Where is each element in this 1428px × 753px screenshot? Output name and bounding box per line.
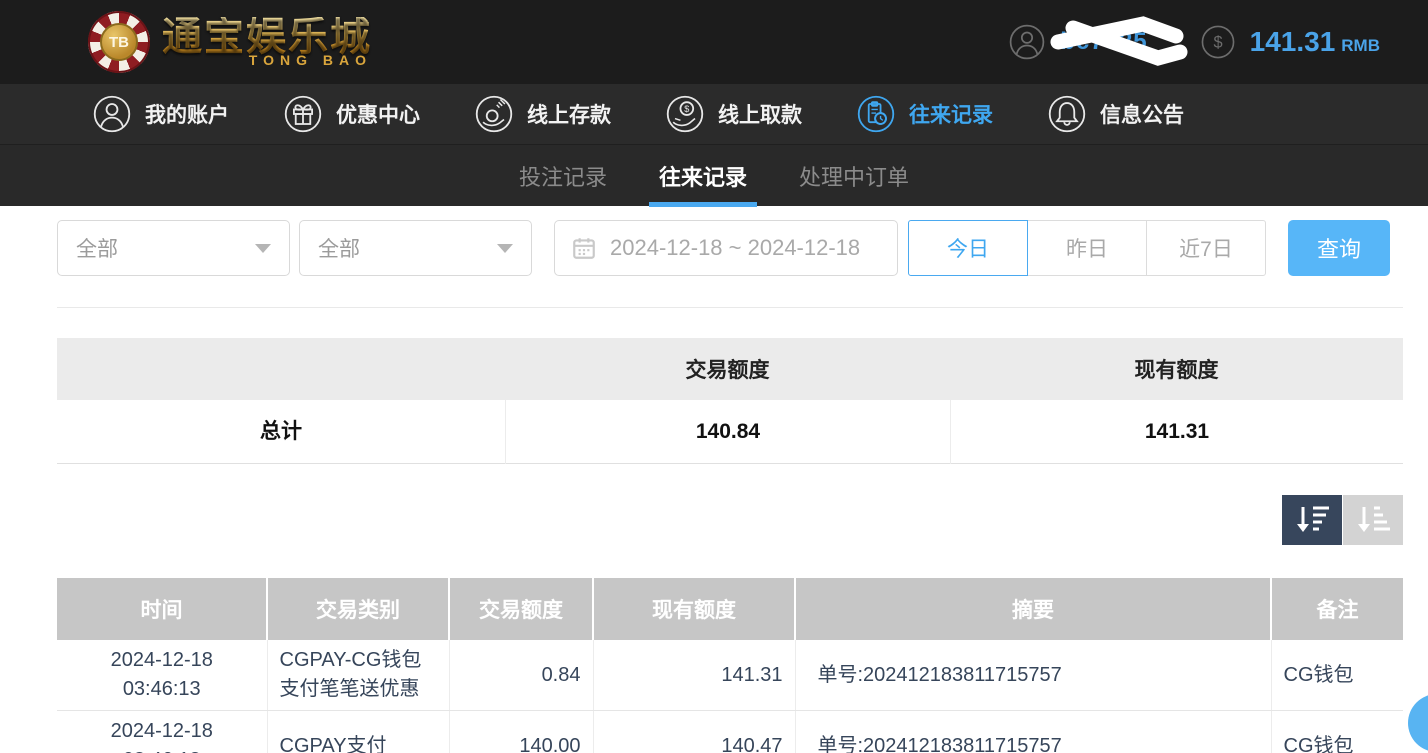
brand-logo[interactable]: TB 通宝娱乐城 TONG BAO (88, 11, 372, 73)
tab-transaction-records[interactable]: 往来记录 (657, 145, 749, 207)
nav-item-withdraw[interactable]: $ 线上取款 (665, 94, 802, 134)
col-header-current-amount: 现有额度 (593, 578, 795, 640)
tab-betting-records[interactable]: 投注记录 (517, 145, 609, 207)
sort-ascending-icon[interactable] (1343, 495, 1403, 545)
col-header-summary: 摘要 (795, 578, 1271, 640)
calendar-icon (571, 235, 597, 261)
summary-table: 交易额度 现有额度 总计 140.84 141.31 (57, 338, 1403, 464)
svg-text:$: $ (1213, 34, 1222, 52)
active-tab-underline (649, 202, 757, 207)
chip-tb-monogram: TB (100, 23, 138, 61)
filter-separator (57, 307, 1403, 308)
main-nav: 我的账户 优惠中心 线上存款 (0, 84, 1428, 144)
person-circle-icon (1008, 23, 1046, 61)
records-icon (856, 94, 896, 134)
nav-label: 往来记录 (909, 99, 993, 129)
sub-tabs: 投注记录 往来记录 处理中订单 (0, 144, 1428, 206)
cell-transaction-amount: 140.00 (449, 711, 593, 753)
tab-label: 往来记录 (659, 160, 747, 192)
cell-remark: CG钱包 (1271, 711, 1403, 753)
today-button-label: 今日 (947, 233, 989, 263)
type-select-value: 全部 (76, 233, 118, 263)
cell-transaction-amount: 0.84 (449, 640, 593, 711)
nav-item-my-account[interactable]: 我的账户 (92, 94, 229, 134)
brand-name-cn: 通宝娱乐城 (162, 17, 372, 57)
summary-total-label: 总计 (57, 400, 505, 464)
last7days-button-label: 近7日 (1179, 233, 1233, 263)
type-select[interactable]: 全部 (57, 220, 290, 276)
cell-remark: CG钱包 (1271, 640, 1403, 711)
summary-header-transaction-amount: 交易额度 (505, 354, 950, 384)
top-header: TB 通宝娱乐城 TONG BAO bc7325 (0, 0, 1428, 84)
today-button[interactable]: 今日 (908, 220, 1028, 276)
chat-bubble-button[interactable] (1408, 694, 1428, 752)
chevron-down-icon (497, 244, 513, 253)
date-range-value: 2024-12-18 ~ 2024-12-18 (610, 235, 860, 261)
dollar-circle-icon: $ (1200, 24, 1236, 60)
poker-chip-icon: TB (88, 11, 150, 73)
page: TB 通宝娱乐城 TONG BAO bc7325 (0, 0, 1428, 753)
cell-time: 2024-12-18 03:46:13 (57, 640, 267, 711)
records-header-row: 时间 交易类别 交易额度 现有额度 摘要 备注 (57, 578, 1403, 640)
cell-transaction-type: CGPAY-CG钱包支付笔笔送优惠 (267, 640, 449, 711)
tab-label: 处理中订单 (799, 160, 909, 192)
summary-table-header: 交易额度 现有额度 (57, 338, 1403, 400)
bell-icon (1047, 94, 1087, 134)
brand-text: 通宝娱乐城 TONG BAO (162, 17, 372, 67)
username: bc7325 (1060, 28, 1147, 55)
summary-total-transaction-amount: 140.84 (505, 400, 950, 464)
quick-date-group: 今日 昨日 近7日 (908, 220, 1266, 276)
gift-icon (283, 94, 323, 134)
nav-item-transaction-records[interactable]: 往来记录 (856, 94, 993, 134)
cell-time: 2024-12-18 03:46:13 (57, 711, 267, 753)
summary-total-current-amount: 141.31 (950, 400, 1403, 464)
nav-label: 优惠中心 (336, 99, 420, 129)
yesterday-button-label: 昨日 (1066, 233, 1108, 263)
category-select[interactable]: 全部 (299, 220, 532, 276)
deposit-icon (474, 94, 514, 134)
nav-label: 我的账户 (145, 99, 229, 129)
cell-transaction-type: CGPAY支付 (267, 711, 449, 753)
withdraw-icon: $ (665, 94, 705, 134)
sort-descending-icon[interactable] (1282, 495, 1342, 545)
col-header-remark: 备注 (1271, 578, 1403, 640)
col-header-transaction-amount: 交易额度 (449, 578, 593, 640)
yesterday-button[interactable]: 昨日 (1027, 220, 1147, 276)
tab-pending-orders[interactable]: 处理中订单 (797, 145, 911, 207)
nav-item-promotions[interactable]: 优惠中心 (283, 94, 420, 134)
username-wrap: bc7325 (1060, 28, 1147, 56)
sort-controls (1282, 495, 1403, 545)
chevron-down-icon (255, 244, 271, 253)
last7days-button[interactable]: 近7日 (1146, 220, 1266, 276)
user-account-group[interactable]: bc7325 (1008, 23, 1147, 61)
table-row: 2024-12-18 03:46:13 CGPAY-CG钱包支付笔笔送优惠 0.… (57, 640, 1403, 711)
nav-item-announcements[interactable]: 信息公告 (1047, 94, 1184, 134)
tab-label: 投注记录 (519, 160, 607, 192)
category-select-value: 全部 (318, 233, 360, 263)
date-range-input[interactable]: 2024-12-18 ~ 2024-12-18 (554, 220, 898, 276)
nav-label: 线上取款 (718, 99, 802, 129)
cell-summary: 单号:202412183811715757 (795, 711, 1271, 753)
cell-current-amount: 140.47 (593, 711, 795, 753)
col-header-time: 时间 (57, 578, 267, 640)
search-button[interactable]: 查询 (1288, 220, 1390, 276)
nav-label: 线上存款 (527, 99, 611, 129)
col-header-transaction-type: 交易类别 (267, 578, 449, 640)
nav-label: 信息公告 (1100, 99, 1184, 129)
balance-currency: RMB (1341, 36, 1380, 55)
cell-current-amount: 141.31 (593, 640, 795, 711)
records-table: 时间 交易类别 交易额度 现有额度 摘要 备注 2024-12-18 03:46… (57, 578, 1403, 753)
svg-text:$: $ (684, 104, 689, 114)
summary-header-current-amount: 现有额度 (950, 354, 1403, 384)
summary-total-row: 总计 140.84 141.31 (57, 400, 1403, 464)
nav-item-deposit[interactable]: 线上存款 (474, 94, 611, 134)
header-right: bc7325 $ 141.31 RMB (1008, 0, 1380, 84)
cell-summary: 单号:202412183811715757 (795, 640, 1271, 711)
account-icon (92, 94, 132, 134)
filter-bar: 全部 全部 2024-12-18 ~ 2024-12-18 今日 (57, 220, 1403, 276)
balance-group[interactable]: $ 141.31 RMB (1200, 24, 1380, 60)
table-row: 2024-12-18 03:46:13 CGPAY支付 140.00 140.4… (57, 711, 1403, 753)
balance-amount: 141.31 (1250, 26, 1336, 57)
